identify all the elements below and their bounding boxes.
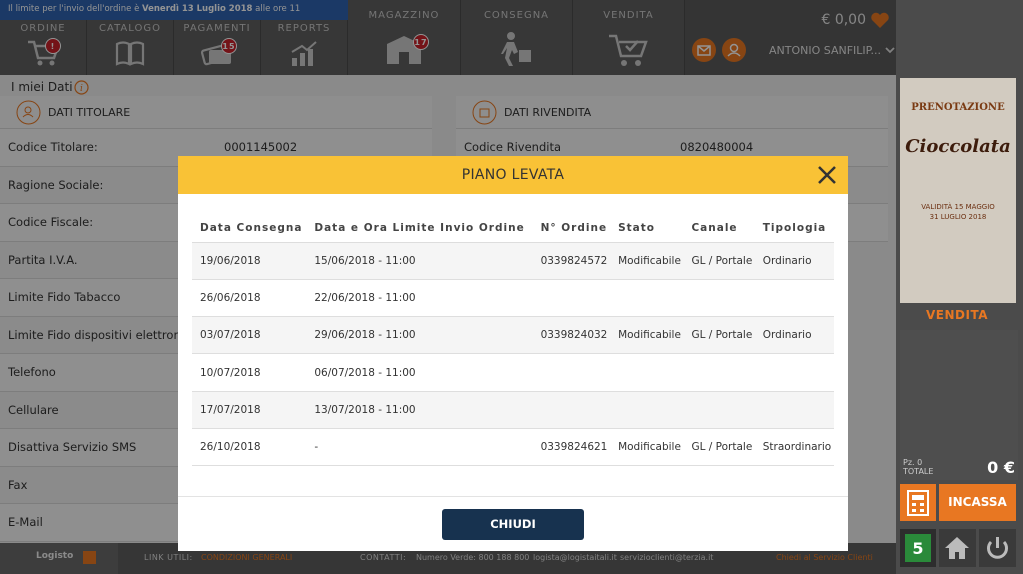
table-cell [610,279,684,318]
table-cell [610,353,684,392]
modal-title: PIANO LEVATA [461,167,565,183]
piano-levata-table: Data Consegna Data e Ora Limite Invio Ord… [192,214,834,467]
promo-dates-2: 31 LUGLIO 2018 [929,213,987,221]
column-header: Canale [683,214,755,243]
table-cell [754,353,834,392]
chiudi-button[interactable]: CHIUDI [442,509,584,540]
sale-total-box: Pz. 0 TOTALE 0 € [900,330,1018,480]
table-row[interactable]: 26/10/2018-0339824621 Modificabile GL / Po… [192,428,834,467]
table-cell: Ordinario [754,316,834,355]
banco-button[interactable]: 5 [900,529,936,567]
total-value: 0 € [987,458,1015,477]
calculator-button[interactable] [900,484,936,521]
column-header: Stato [610,214,684,243]
incassa-button[interactable]: INCASSA [939,484,1016,521]
table-cell: 13/07/2018 - 11:00 [306,391,533,429]
table-cell: 0339824621 [532,428,611,467]
table-cell: GL / Portale [683,242,755,280]
table-row[interactable]: 17/07/2018 13/07/2018 - 11:00 [192,391,834,429]
promo-main: Cioccolata [905,136,1011,157]
column-header: N° Ordine [532,214,611,243]
table-cell: 0339824572 [532,242,611,280]
table-row[interactable]: 10/07/2018 06/07/2018 - 11:00 [192,353,834,392]
pieces-count: Pz. 0 [903,458,923,467]
column-header: Data Consegna [192,214,307,243]
table-cell: 29/06/2018 - 11:00 [306,316,533,355]
home-icon [945,537,969,559]
power-button[interactable] [979,529,1016,567]
vendita-label: VENDITA [926,308,988,322]
calculator-icon [907,490,929,516]
table-cell [683,391,755,429]
promo-top: PRENOTAZIONE [911,102,1005,113]
table-cell: 26/06/2018 [192,279,307,318]
table-cell: 0339824032 [532,316,611,355]
table-cell: 03/07/2018 [192,316,307,355]
table-cell: 15/06/2018 - 11:00 [306,242,533,280]
table-cell: 22/06/2018 - 11:00 [306,279,533,318]
table-cell: 26/10/2018 [192,428,307,467]
table-row[interactable]: 26/06/2018 22/06/2018 - 11:00 [192,279,834,318]
table-cell: Modificabile [610,428,684,467]
table-cell: 19/06/2018 [192,242,307,280]
table-cell: Modificabile [610,316,684,355]
table-cell: GL / Portale [683,428,755,467]
table-cell: 17/07/2018 [192,391,307,429]
table-cell [754,279,834,318]
table-cell: Straordinario [754,428,834,467]
modal-header: PIANO LEVATA [178,156,848,194]
table-cell: 10/07/2018 [192,353,307,392]
table-row[interactable]: 19/06/2018 15/06/2018 - 11:00 0339824572 Mo… [192,242,834,280]
table-cell: 06/07/2018 - 11:00 [306,353,533,392]
piano-levata-modal: PIANO LEVATA Data Consegna Data e Ora Lim… [178,156,848,551]
table-cell [683,279,755,318]
power-icon [987,537,1008,559]
total-label: TOTALE [903,467,934,476]
column-header: Tipologia [754,214,834,243]
column-header: Data e Ora Limite Invio Ordine [306,214,533,243]
table-cell: GL / Portale [683,316,755,355]
table-cell [683,353,755,392]
table-cell: Modificabile [610,242,684,280]
table-cell [754,391,834,429]
table-cell [532,353,611,392]
table-cell [610,391,684,429]
table-cell: Ordinario [754,242,834,280]
table-row[interactable]: 03/07/2018 29/06/2018 - 11:00 0339824032 Mo… [192,316,834,355]
table-cell [532,391,611,429]
table-cell [532,279,611,318]
banco-number: 5 [905,534,931,562]
promo-banner[interactable]: PRENOTAZIONE Cioccolata VALIDITÀ 15 MAGG… [900,78,1016,303]
promo-dates-1: VALIDITÀ 15 MAGGIO [921,203,995,211]
home-button[interactable] [939,529,976,567]
close-icon[interactable] [816,164,838,186]
table-cell: - [306,428,533,467]
